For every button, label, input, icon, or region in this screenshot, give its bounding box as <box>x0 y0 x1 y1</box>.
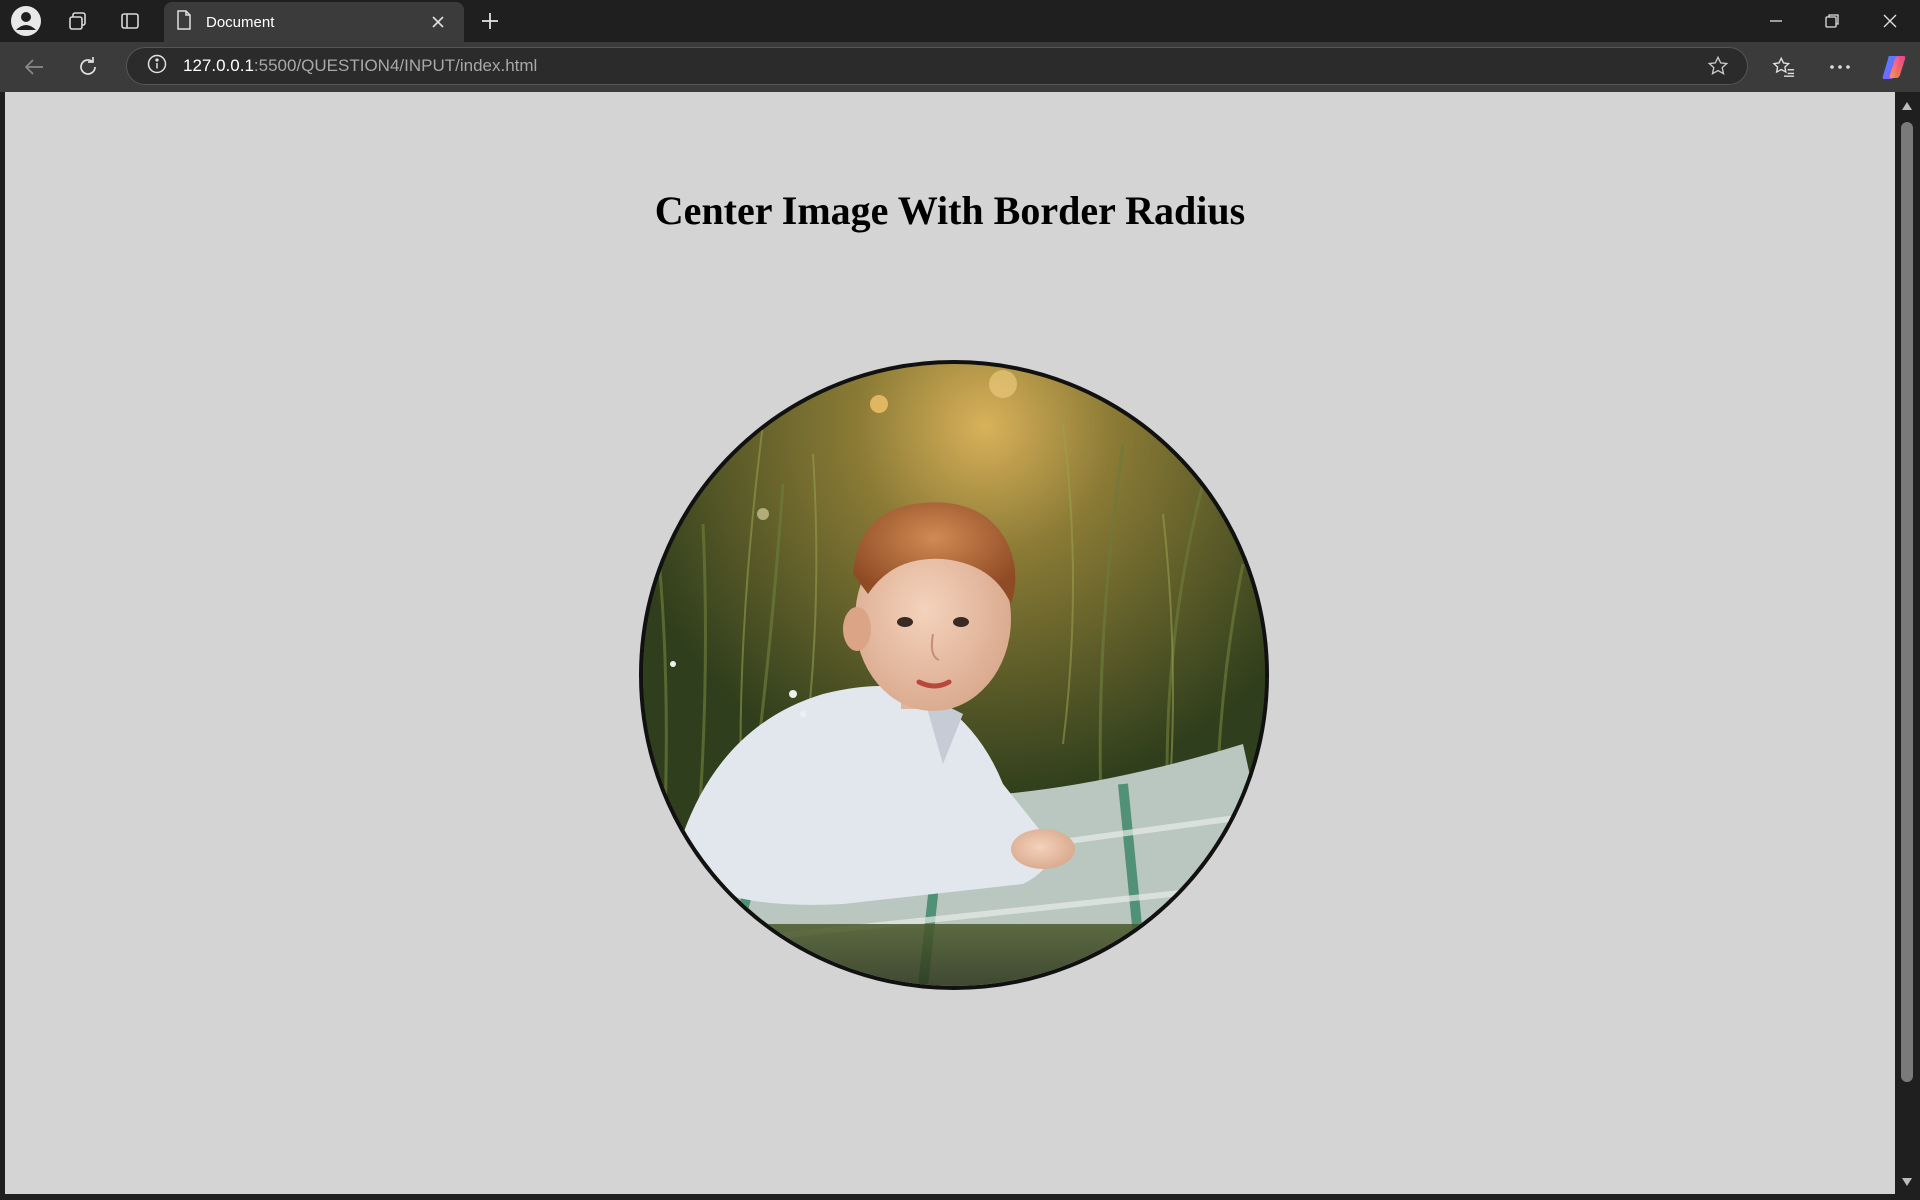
tab-title: Document <box>206 13 275 31</box>
back-arrow-icon[interactable] <box>16 49 52 85</box>
plus-icon[interactable] <box>470 4 510 38</box>
tab-document[interactable]: Document <box>164 2 464 42</box>
close-icon[interactable] <box>426 10 450 34</box>
document-icon <box>176 9 192 35</box>
address-bar[interactable]: 127.0.0.1:5500/QUESTION4/INPUT/index.htm… <box>126 47 1748 85</box>
favorites-icon[interactable] <box>1764 49 1804 85</box>
url-path: :5500/QUESTION4/INPUT/index.html <box>253 56 538 75</box>
browser-toolbar: 127.0.0.1:5500/QUESTION4/INPUT/index.htm… <box>0 42 1920 92</box>
url-host: 127.0.0.1 <box>183 56 254 75</box>
page-scrollbar[interactable] <box>1895 92 1920 1194</box>
circular-photo <box>639 360 1269 990</box>
browser-titlebar: Document <box>0 0 1920 42</box>
scroll-down-icon[interactable] <box>1901 1176 1913 1188</box>
profile-avatar-icon[interactable] <box>6 4 46 38</box>
window-close-icon[interactable] <box>1862 0 1918 42</box>
copilot-icon[interactable] <box>1874 49 1914 85</box>
refresh-icon[interactable] <box>70 49 106 85</box>
more-icon[interactable] <box>1820 49 1860 85</box>
scroll-up-icon[interactable] <box>1901 100 1913 112</box>
star-icon[interactable] <box>1707 55 1729 82</box>
minimize-icon[interactable] <box>1748 0 1804 42</box>
info-icon[interactable] <box>147 54 167 79</box>
page-viewport: Center Image With Border Radius <box>5 92 1895 1194</box>
page-heading: Center Image With Border Radius <box>654 188 1246 233</box>
restore-icon[interactable] <box>1804 0 1860 42</box>
scroll-thumb[interactable] <box>1901 122 1913 1082</box>
window-bottom-edge <box>0 1194 1920 1200</box>
vertical-tabs-icon[interactable] <box>110 4 150 38</box>
workspaces-icon[interactable] <box>58 4 98 38</box>
